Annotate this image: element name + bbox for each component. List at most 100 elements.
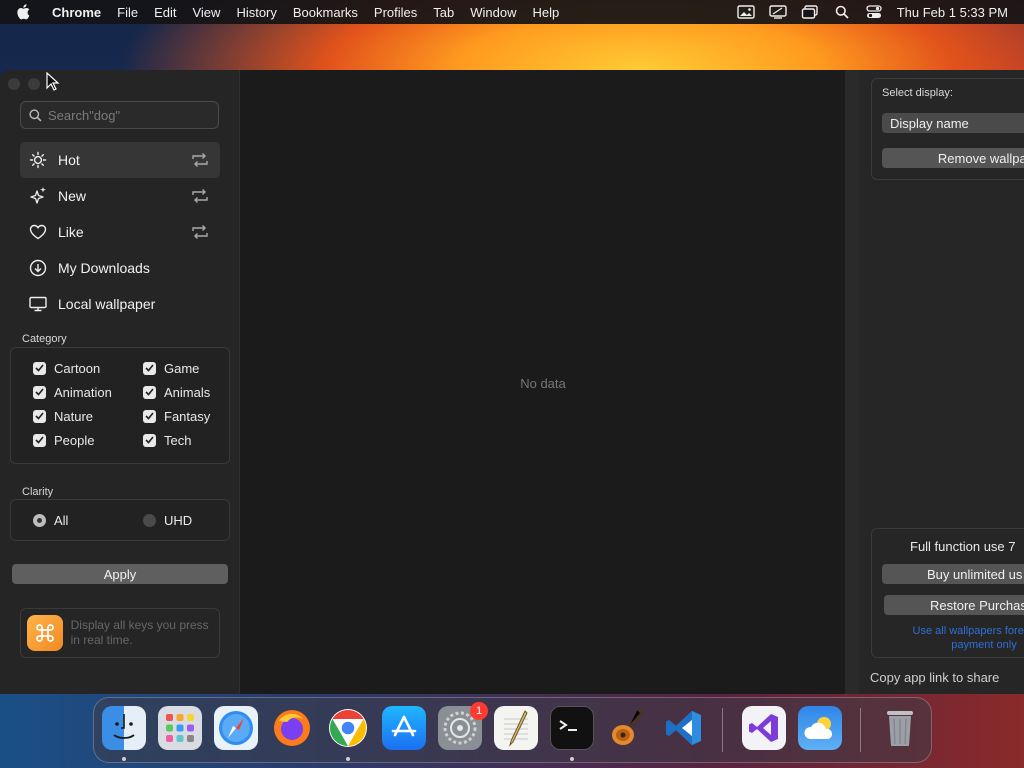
purchase-note-line1: Use all wallpapers foreve	[912, 625, 1024, 637]
promo-text: Display all keys you press in real time.	[70, 618, 209, 647]
category-label: Animals	[164, 384, 211, 400]
trash-icon[interactable]	[878, 706, 922, 750]
garageband-icon[interactable]	[606, 706, 650, 750]
textedit-icon[interactable]	[494, 706, 538, 750]
category-checkbox-cartoon[interactable]: Cartoon	[33, 360, 143, 376]
category-checkbox-fantasy[interactable]: Fantasy	[143, 408, 223, 424]
weather-icon[interactable]	[798, 706, 842, 750]
sparkle-icon	[28, 186, 48, 206]
category-checkbox-people[interactable]: People	[33, 432, 143, 448]
firefox-icon[interactable]	[270, 706, 314, 750]
menu-bookmarks[interactable]: Bookmarks	[293, 5, 358, 20]
category-checkbox-game[interactable]: Game	[143, 360, 223, 376]
menu-edit[interactable]: Edit	[154, 5, 176, 20]
finder-icon[interactable]	[102, 706, 146, 750]
dock-separator	[722, 708, 723, 752]
spotlight-search-icon[interactable]	[833, 5, 851, 19]
vscode-icon[interactable]	[662, 706, 706, 750]
purchase-box: Full function use 7 Buy unlimited us Res…	[871, 528, 1024, 658]
mouse-pointer-icon	[46, 71, 60, 97]
refresh-icon[interactable]	[190, 151, 210, 169]
refresh-icon[interactable]	[190, 223, 210, 241]
screen-mirror-icon[interactable]	[769, 5, 787, 19]
right-panel: Select display: Display name Remove wall…	[859, 70, 1024, 694]
menu-file[interactable]: File	[117, 5, 138, 20]
purchase-note-line2: payment only	[951, 639, 1017, 651]
empty-state-text: No data	[520, 376, 566, 391]
menu-bar: Chrome File Edit View History Bookmarks …	[0, 0, 1024, 24]
category-checkbox-nature[interactable]: Nature	[33, 408, 143, 424]
category-checkbox-tech[interactable]: Tech	[143, 432, 223, 448]
clarity-radio-uhd[interactable]: UHD	[143, 513, 192, 528]
app-window: Hot New Like	[0, 70, 1024, 694]
apply-button[interactable]: Apply	[12, 564, 228, 584]
running-indicator	[570, 757, 574, 761]
sidebar-item-my-downloads[interactable]: My Downloads	[20, 250, 220, 286]
remove-wallpaper-button[interactable]: Remove wallpap	[882, 148, 1024, 168]
search-icon	[29, 108, 42, 122]
category-checkbox-animals[interactable]: Animals	[143, 384, 223, 400]
menu-app-name[interactable]: Chrome	[52, 5, 101, 20]
category-checkbox-animation[interactable]: Animation	[33, 384, 143, 400]
category-label: People	[54, 432, 95, 448]
search-field[interactable]	[20, 101, 219, 129]
checkmark-icon	[143, 361, 156, 375]
app-store-icon[interactable]	[382, 706, 426, 750]
dock: 1	[93, 697, 932, 763]
launchpad-icon[interactable]	[158, 706, 202, 750]
sidebar-item-hot[interactable]: Hot	[20, 142, 220, 178]
display-select[interactable]: Display name	[882, 113, 1024, 133]
menu-tab[interactable]: Tab	[433, 5, 454, 20]
refresh-icon[interactable]	[190, 187, 210, 205]
sun-icon	[28, 150, 48, 170]
notification-badge: 1	[470, 702, 488, 720]
restore-purchase-button[interactable]: Restore Purchas	[884, 595, 1024, 615]
search-input[interactable]	[48, 107, 208, 123]
category-label: Nature	[54, 408, 94, 424]
sidebar-item-new[interactable]: New	[20, 178, 220, 214]
menu-view[interactable]: View	[192, 5, 220, 20]
window-stack-icon[interactable]	[801, 5, 819, 19]
clarity-heading: Clarity	[22, 486, 54, 498]
display-settings-box: Select display: Display name Remove wall…	[871, 78, 1024, 180]
sidebar-nav: Hot New Like My Downloads Local wallpape…	[20, 142, 220, 322]
checkmark-icon	[33, 361, 46, 375]
sidebar-item-label: Like	[58, 224, 84, 240]
close-window-button[interactable]	[8, 78, 20, 90]
copy-app-link-button[interactable]: Copy app link to share	[870, 670, 999, 685]
control-center-icon[interactable]	[865, 5, 883, 19]
menu-help[interactable]: Help	[533, 5, 560, 20]
menu-history[interactable]: History	[236, 5, 276, 20]
visual-studio-icon[interactable]	[742, 706, 786, 750]
sidebar-item-label: My Downloads	[58, 260, 150, 276]
checkmark-icon	[143, 409, 156, 423]
menu-window[interactable]: Window	[470, 5, 516, 20]
sidebar-item-like[interactable]: Like	[20, 214, 220, 250]
running-indicator	[346, 757, 350, 761]
radio-label: UHD	[164, 513, 193, 528]
running-indicator	[122, 757, 126, 761]
menu-bar-clock[interactable]: Thu Feb 1 5:33 PM	[897, 5, 1008, 20]
wallpaper-status-icon[interactable]	[737, 5, 755, 19]
clarity-radio-all[interactable]: All	[33, 513, 68, 528]
buy-unlimited-button[interactable]: Buy unlimited us	[882, 564, 1024, 584]
sidebar-item-local-wallpaper[interactable]: Local wallpaper	[20, 286, 220, 322]
apple-menu-icon[interactable]	[16, 4, 38, 20]
checkmark-icon	[143, 385, 156, 399]
window-controls	[8, 78, 40, 90]
radio-unselected-icon	[143, 514, 156, 527]
category-label: Fantasy	[164, 408, 211, 424]
minimize-window-button[interactable]	[28, 78, 40, 90]
system-settings-icon[interactable]: 1	[438, 702, 488, 750]
menu-profiles[interactable]: Profiles	[374, 5, 417, 20]
chrome-icon[interactable]	[326, 706, 370, 750]
safari-icon[interactable]	[214, 706, 258, 750]
checkmark-icon	[33, 433, 46, 447]
terminal-icon[interactable]	[550, 706, 594, 750]
trial-status-text: Full function use 7	[910, 539, 1016, 554]
sidebar-item-label: New	[58, 188, 87, 204]
category-label: Game	[164, 360, 200, 376]
keystroke-app-promo[interactable]: Display all keys you press in real time.	[20, 608, 220, 658]
checkmark-icon	[143, 433, 156, 447]
command-key-icon	[27, 615, 63, 651]
